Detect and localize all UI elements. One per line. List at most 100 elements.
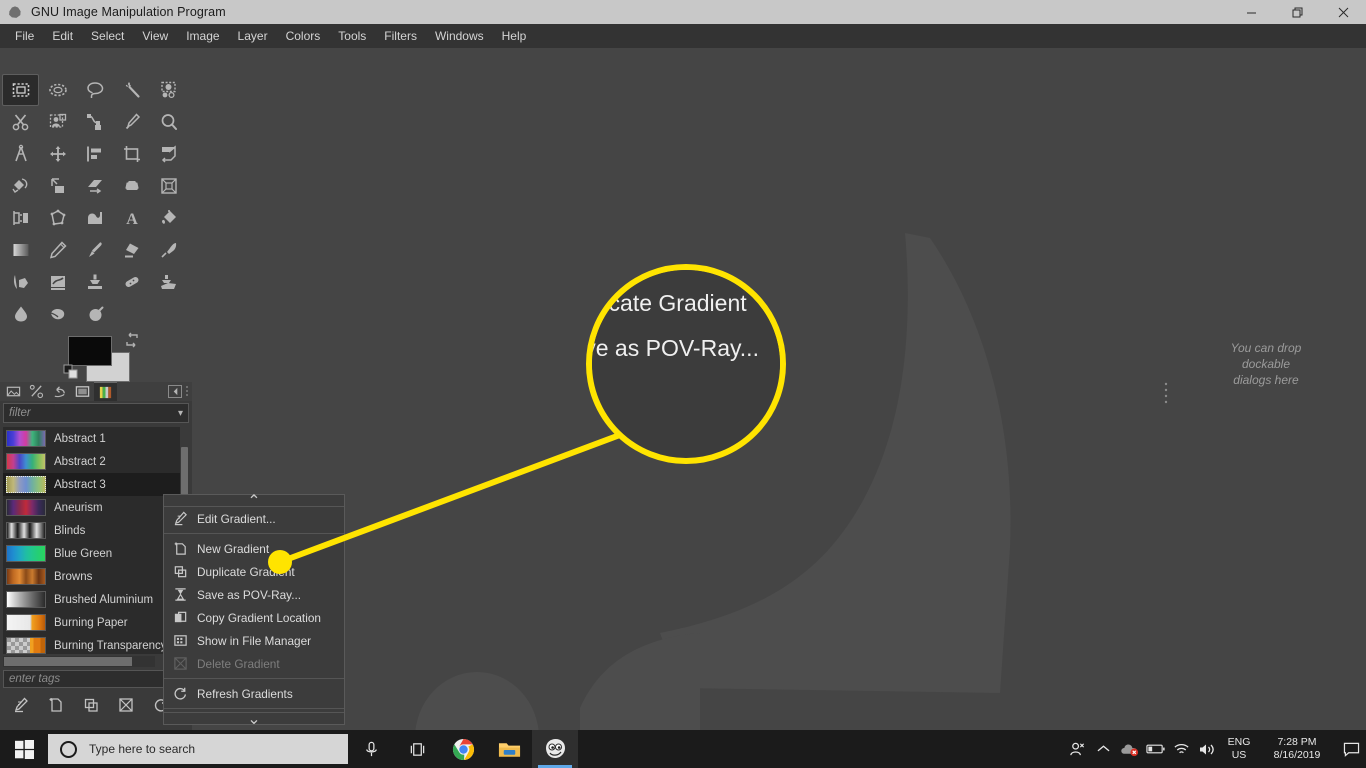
start-button[interactable]	[0, 730, 48, 768]
tool-alignment[interactable]	[76, 138, 113, 170]
duplicate-gradient-button[interactable]	[73, 693, 108, 717]
tool-move[interactable]	[39, 138, 76, 170]
tool-ink[interactable]	[2, 266, 39, 298]
tool-heal[interactable]	[113, 266, 150, 298]
tool-scissors-select[interactable]	[2, 106, 39, 138]
network-button[interactable]	[1168, 730, 1194, 768]
gradient-list-hscrollbar[interactable]	[3, 656, 155, 667]
tool-perspective-clone[interactable]	[150, 266, 187, 298]
menu-item-copy-gradient-location[interactable]: Copy Gradient Location	[164, 606, 344, 629]
menu-view[interactable]: View	[133, 27, 177, 45]
tool-color-picker[interactable]	[113, 106, 150, 138]
delete-gradient-button[interactable]	[108, 693, 143, 717]
tool-dodge-burn[interactable]	[76, 298, 113, 330]
tool-bucket-fill[interactable]	[150, 202, 187, 234]
menu-item-save-as-povray[interactable]: Save as POV-Ray...	[164, 583, 344, 606]
menu-layer[interactable]: Layer	[229, 27, 277, 45]
tab-gradients[interactable]	[94, 382, 117, 401]
tool-pencil[interactable]	[39, 234, 76, 266]
foreground-color-swatch[interactable]	[68, 336, 112, 366]
menu-scroll-down[interactable]: ⌄	[164, 711, 344, 728]
tool-rotate[interactable]	[2, 170, 39, 202]
maximize-button[interactable]	[1274, 0, 1320, 24]
action-center-button[interactable]	[1336, 730, 1366, 768]
menu-file[interactable]: File	[6, 27, 43, 45]
list-item[interactable]: Burning Transparency	[3, 634, 189, 654]
tool-transform[interactable]	[150, 138, 187, 170]
swap-colors-icon[interactable]	[124, 332, 140, 348]
list-item[interactable]: Browns	[3, 565, 189, 588]
tool-eraser[interactable]	[113, 234, 150, 266]
menu-item-duplicate-gradient[interactable]: Duplicate Gradient	[164, 560, 344, 583]
onedrive-status-button[interactable]	[1116, 730, 1142, 768]
tool-rect-select[interactable]	[2, 74, 39, 106]
tool-cage-transform[interactable]	[39, 202, 76, 234]
tool-foreground-select[interactable]	[39, 106, 76, 138]
hscrollbar-thumb[interactable]	[4, 657, 132, 666]
people-button[interactable]	[1064, 730, 1090, 768]
search-input[interactable]: Type here to search	[48, 734, 348, 764]
close-button[interactable]	[1320, 0, 1366, 24]
tab-images[interactable]	[2, 382, 25, 401]
tool-perspective[interactable]	[113, 170, 150, 202]
tool-shear[interactable]	[76, 170, 113, 202]
tool-smudge[interactable]	[39, 298, 76, 330]
language-indicator[interactable]: ENG US	[1220, 736, 1258, 762]
clock[interactable]: 7:28 PM 8/16/2019	[1258, 736, 1336, 762]
tool-ellipse-select[interactable]	[39, 74, 76, 106]
microphone-button[interactable]	[348, 730, 394, 768]
menu-select[interactable]: Select	[82, 27, 133, 45]
tool-paths[interactable]	[76, 106, 113, 138]
tool-text[interactable]: A	[113, 202, 150, 234]
chevron-down-icon[interactable]: ▾	[178, 408, 183, 419]
show-hidden-icons-button[interactable]	[1090, 730, 1116, 768]
dock-menu-button[interactable]	[168, 385, 182, 398]
gradient-list[interactable]: Abstract 1 Abstract 2 Abstract 3 Aneuris…	[3, 427, 189, 654]
list-item[interactable]: Aneurism	[3, 496, 189, 519]
tool-paintbrush[interactable]	[76, 234, 113, 266]
menu-edit[interactable]: Edit	[43, 27, 82, 45]
right-dock-grip[interactable]	[1164, 381, 1168, 407]
tool-select-by-color[interactable]	[150, 74, 187, 106]
list-item[interactable]: Brushed Aluminium	[3, 588, 189, 611]
tool-airbrush[interactable]	[150, 234, 187, 266]
dock-grip[interactable]	[185, 385, 189, 404]
menu-help[interactable]: Help	[493, 27, 536, 45]
tool-fuzzy-select[interactable]	[113, 74, 150, 106]
tags-input[interactable]: enter tags	[3, 670, 189, 688]
list-item[interactable]: Burning Paper	[3, 611, 189, 634]
list-item[interactable]: Abstract 1	[3, 427, 189, 450]
battery-button[interactable]	[1142, 730, 1168, 768]
tool-3d-transform[interactable]	[150, 170, 187, 202]
tool-scale[interactable]	[39, 170, 76, 202]
list-item[interactable]: Abstract 2	[3, 450, 189, 473]
list-item[interactable]: Blue Green	[3, 542, 189, 565]
menu-item-refresh-gradients[interactable]: Refresh Gradients	[164, 682, 344, 705]
tool-flip[interactable]	[2, 202, 39, 234]
tool-zoom[interactable]	[150, 106, 187, 138]
menu-colors[interactable]: Colors	[277, 27, 330, 45]
task-view-button[interactable]	[394, 730, 440, 768]
volume-button[interactable]	[1194, 730, 1220, 768]
edit-gradient-button[interactable]	[3, 693, 38, 717]
gradient-filter-input[interactable]: filter ▾	[3, 403, 189, 423]
scrollbar-thumb[interactable]	[181, 447, 188, 499]
menu-item-new-gradient[interactable]: New Gradient	[164, 537, 344, 560]
tool-blur-sharpen[interactable]	[2, 298, 39, 330]
menu-windows[interactable]: Windows	[426, 27, 493, 45]
tool-warp-transform[interactable]	[76, 202, 113, 234]
menu-image[interactable]: Image	[177, 27, 228, 45]
tab-brushes[interactable]	[25, 382, 48, 401]
tool-gradient[interactable]	[2, 234, 39, 266]
tab-patterns[interactable]	[71, 382, 94, 401]
list-item[interactable]: Abstract 3	[3, 473, 189, 496]
tool-measure[interactable]	[2, 138, 39, 170]
minimize-button[interactable]	[1228, 0, 1274, 24]
gimp-button[interactable]	[532, 730, 578, 768]
tool-clone[interactable]	[76, 266, 113, 298]
menu-filters[interactable]: Filters	[375, 27, 426, 45]
menu-item-show-in-file-manager[interactable]: Show in File Manager	[164, 629, 344, 652]
chrome-button[interactable]	[440, 730, 486, 768]
list-item[interactable]: Blinds	[3, 519, 189, 542]
tool-mypaint-brush[interactable]	[39, 266, 76, 298]
